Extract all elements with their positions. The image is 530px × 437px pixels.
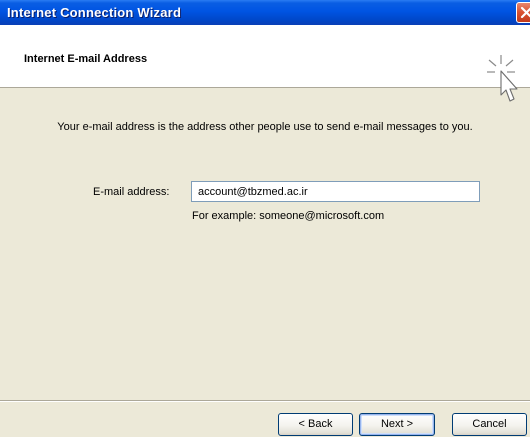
cancel-button[interactable]: Cancel bbox=[452, 413, 527, 436]
back-button[interactable]: < Back bbox=[278, 413, 353, 436]
wizard-cursor-icon bbox=[487, 55, 518, 102]
next-button[interactable]: Next > bbox=[359, 413, 435, 436]
close-button[interactable] bbox=[516, 2, 530, 23]
wizard-window: Internet Connection Wizard Internet E-ma… bbox=[0, 0, 530, 437]
title-bar[interactable]: Internet Connection Wizard bbox=[0, 0, 530, 25]
example-text: For example: someone@microsoft.com bbox=[192, 210, 385, 222]
email-label: E-mail address: bbox=[93, 186, 170, 198]
footer-divider bbox=[0, 400, 530, 402]
page-title: Internet E-mail Address bbox=[24, 53, 148, 65]
email-field[interactable] bbox=[191, 181, 480, 202]
close-icon bbox=[520, 6, 530, 19]
wizard-header: Internet E-mail Address bbox=[0, 25, 530, 102]
window-title: Internet Connection Wizard bbox=[7, 5, 182, 20]
description-text: Your e-mail address is the address other… bbox=[57, 121, 473, 133]
